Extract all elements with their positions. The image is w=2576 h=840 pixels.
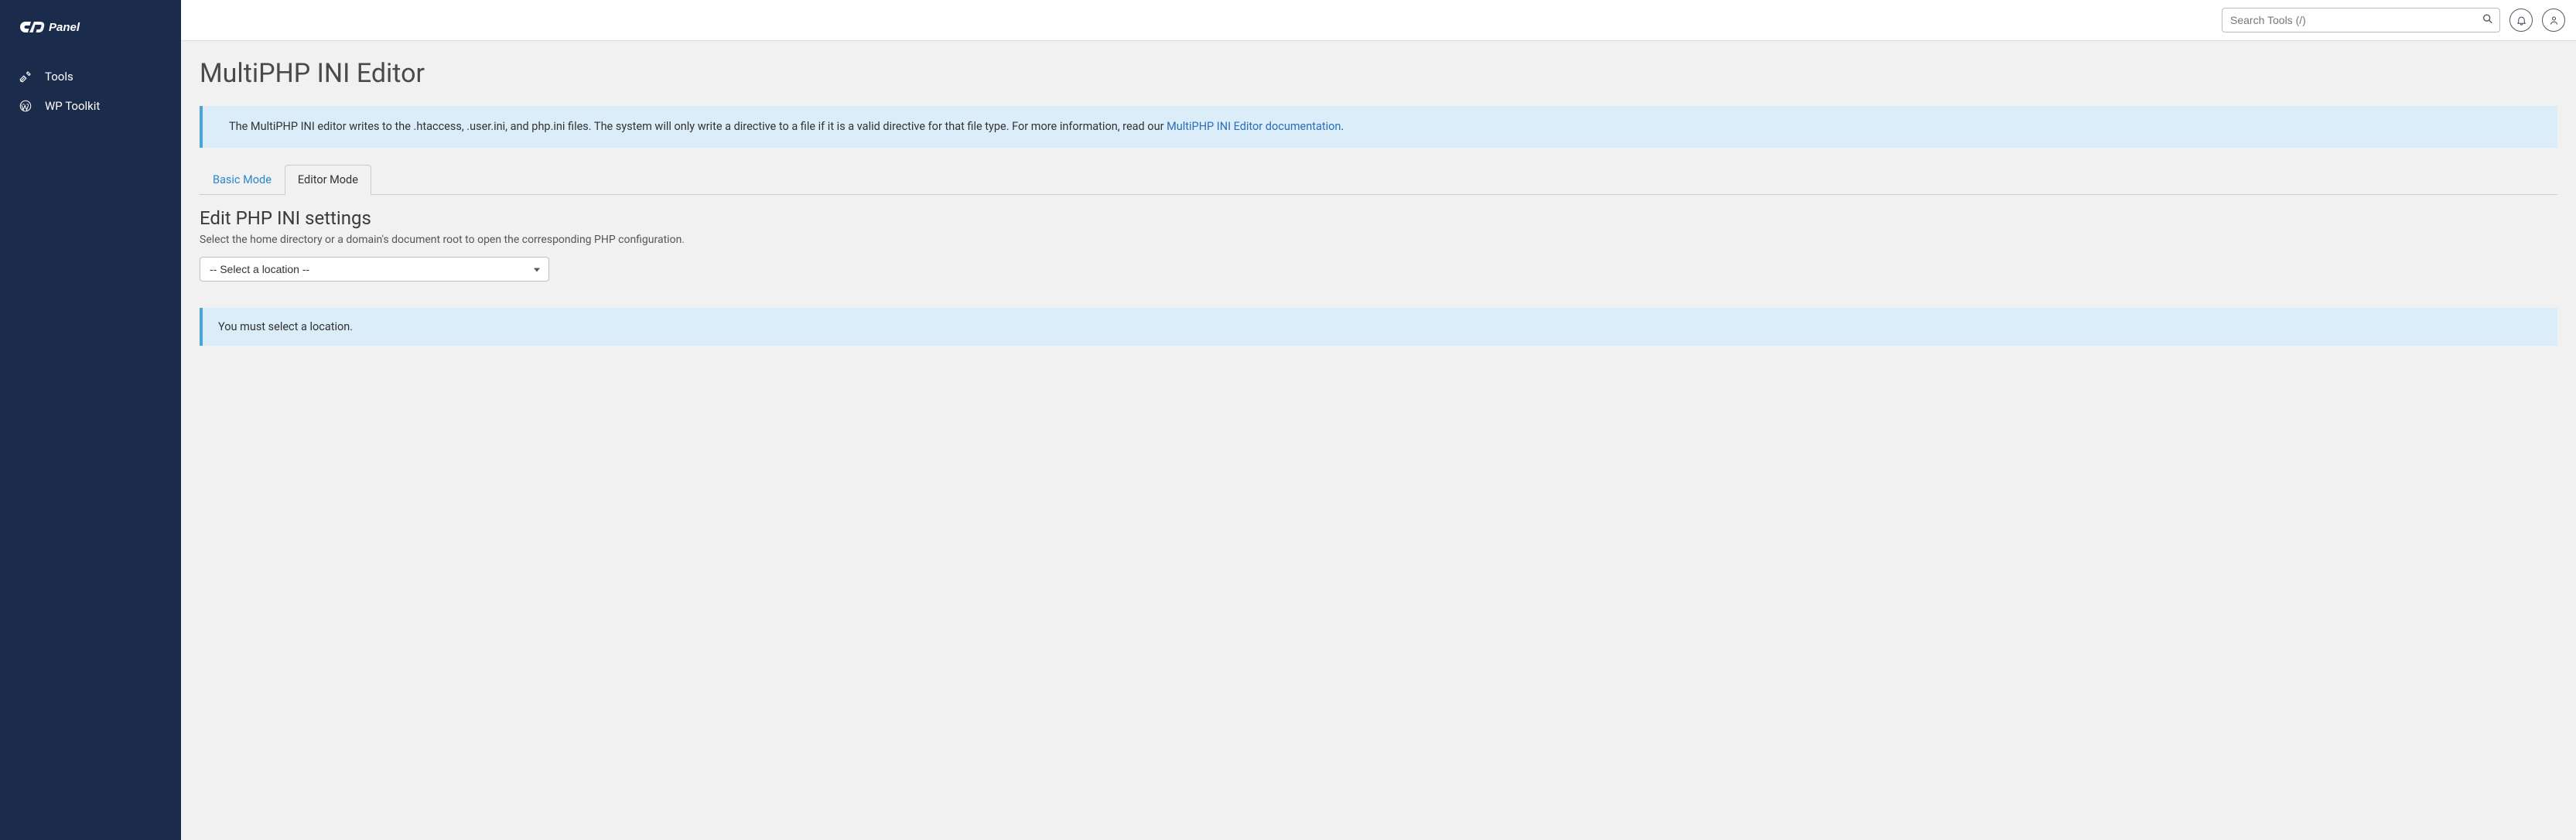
wordpress-icon — [19, 99, 32, 113]
sidebar-item-tools[interactable]: Tools — [0, 62, 181, 91]
info-doc-link[interactable]: MultiPHP INI Editor documentation — [1167, 120, 1341, 133]
bell-icon — [2516, 15, 2527, 26]
section-description: Select the home directory or a domain's … — [200, 234, 2557, 246]
account-button[interactable] — [2542, 9, 2565, 32]
sidebar-item-wptoolkit[interactable]: WP Toolkit — [0, 91, 181, 121]
location-select-wrap: -- Select a location -- — [200, 257, 549, 282]
search-button[interactable] — [2480, 12, 2496, 29]
tab-basic-mode[interactable]: Basic Mode — [200, 165, 285, 195]
location-select[interactable]: -- Select a location -- — [200, 257, 549, 282]
info-banner: The MultiPHP INI editor writes to the .h… — [200, 106, 2557, 148]
user-icon — [2548, 15, 2560, 26]
notifications-button[interactable] — [2509, 9, 2533, 32]
content: MultiPHP INI Editor The MultiPHP INI edi… — [181, 41, 2576, 363]
info-text: The MultiPHP INI editor writes to the .h… — [229, 120, 1167, 133]
main-area: MultiPHP INI Editor The MultiPHP INI edi… — [181, 0, 2576, 840]
page-title: MultiPHP INI Editor — [200, 58, 2557, 89]
sidebar-item-label: WP Toolkit — [45, 99, 100, 113]
info-suffix: . — [1341, 120, 1344, 133]
tabs: Basic Mode Editor Mode — [200, 165, 2557, 195]
warning-text: You must select a location. — [218, 320, 353, 333]
sidebar-nav: Tools WP Toolkit — [0, 56, 181, 127]
search-icon — [2482, 13, 2494, 26]
sidebar-item-label: Tools — [45, 70, 73, 84]
search-input[interactable] — [2222, 8, 2500, 32]
section-title: Edit PHP INI settings — [200, 207, 2557, 229]
brand-logo: Panel — [0, 0, 181, 56]
svg-text:Panel: Panel — [49, 21, 80, 34]
tools-icon — [19, 70, 32, 84]
search-wrap — [2222, 8, 2500, 32]
warning-banner: You must select a location. — [200, 308, 2557, 346]
tab-editor-mode[interactable]: Editor Mode — [285, 165, 371, 195]
topbar — [181, 0, 2576, 41]
sidebar: Panel Tools WP Toolkit — [0, 0, 181, 840]
